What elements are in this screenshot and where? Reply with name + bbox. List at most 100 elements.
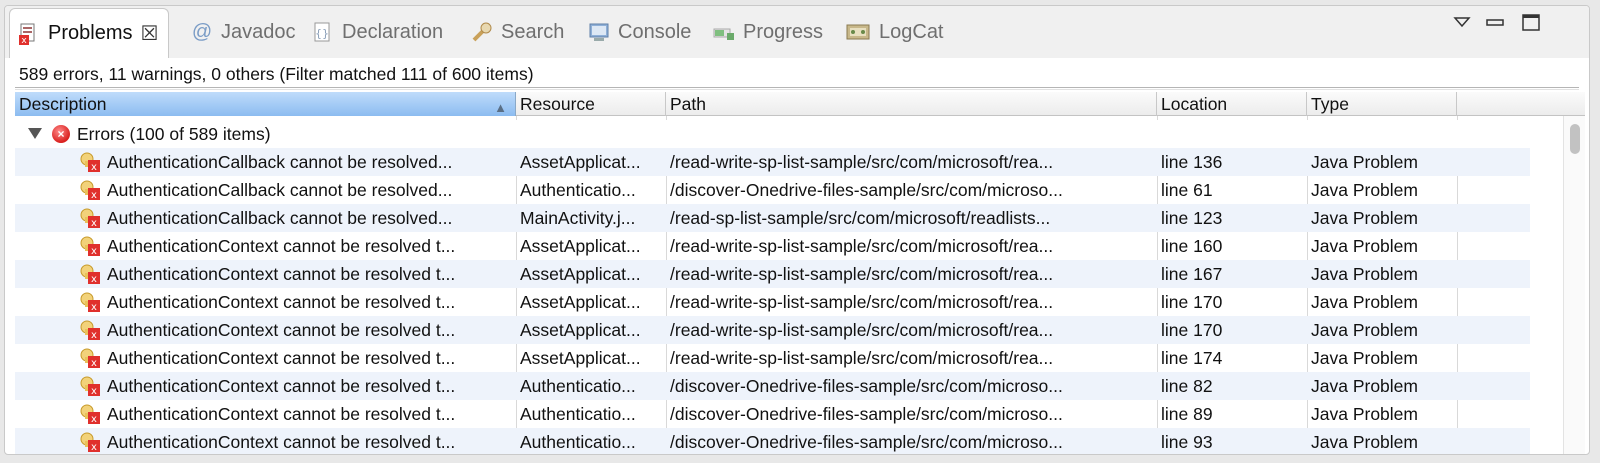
tab-progress[interactable]: Progress bbox=[713, 6, 823, 58]
logcat-icon bbox=[845, 21, 871, 43]
svg-text:x: x bbox=[91, 190, 97, 201]
svg-text:x: x bbox=[91, 442, 97, 453]
cell-location: line 93 bbox=[1161, 432, 1213, 452]
svg-text:x: x bbox=[21, 36, 27, 45]
java-error-icon: x bbox=[79, 291, 101, 313]
tab-search[interactable]: Search bbox=[471, 6, 564, 58]
tab-label: Progress bbox=[743, 20, 824, 43]
tab-label: Javadoc bbox=[221, 20, 296, 43]
cell-type: Java Problem bbox=[1311, 320, 1418, 340]
view-menu-icon[interactable] bbox=[1452, 12, 1472, 32]
table-row[interactable]: x AuthenticationContext cannot be resolve… bbox=[15, 344, 1530, 372]
cell-description: AuthenticationContext cannot be resolved… bbox=[107, 236, 456, 256]
cell-type: Java Problem bbox=[1311, 348, 1418, 368]
vertical-scrollbar[interactable] bbox=[1563, 116, 1585, 454]
table-row[interactable]: x AuthenticationContext cannot be resolve… bbox=[15, 428, 1530, 454]
svg-text:x: x bbox=[91, 246, 97, 257]
java-error-icon: x bbox=[79, 263, 101, 285]
tab-logcat[interactable]: LogCat bbox=[845, 6, 944, 58]
cell-path: /discover-Onedrive-files-sample/src/com/… bbox=[670, 180, 1063, 200]
column-header-location[interactable]: Location bbox=[1157, 92, 1307, 116]
problems-view: x Problems ☒ @ Javadoc {} Declaration Se… bbox=[4, 5, 1590, 455]
close-icon[interactable]: ☒ bbox=[140, 21, 158, 46]
tab-javadoc[interactable]: @ Javadoc bbox=[191, 6, 296, 58]
java-error-icon: x bbox=[79, 151, 101, 173]
table-row[interactable]: x AuthenticationContext cannot be resolve… bbox=[15, 288, 1530, 316]
cell-type: Java Problem bbox=[1311, 180, 1418, 200]
cell-location: line 123 bbox=[1161, 208, 1223, 228]
cell-location: line 136 bbox=[1161, 152, 1223, 172]
search-icon bbox=[471, 21, 493, 43]
tab-problems[interactable]: x Problems ☒ bbox=[9, 8, 170, 58]
java-error-icon: x bbox=[79, 319, 101, 341]
javadoc-icon: @ bbox=[191, 21, 213, 43]
console-icon bbox=[588, 21, 610, 43]
table-row[interactable]: x AuthenticationContext cannot be resolve… bbox=[15, 260, 1530, 288]
tab-declaration[interactable]: {} Declaration bbox=[312, 6, 443, 58]
column-header-type[interactable]: Type bbox=[1307, 92, 1457, 116]
column-header-description[interactable]: Description ▲ bbox=[15, 92, 516, 116]
cell-location: line 170 bbox=[1161, 320, 1223, 340]
cell-path: /discover-Onedrive-files-sample/src/com/… bbox=[670, 376, 1063, 396]
tab-label: Console bbox=[618, 20, 692, 43]
cell-type: Java Problem bbox=[1311, 404, 1418, 424]
declaration-icon: {} bbox=[312, 21, 334, 43]
column-header-resource[interactable]: Resource bbox=[516, 92, 666, 116]
cell-description: AuthenticationContext cannot be resolved… bbox=[107, 432, 456, 452]
cell-path: /read-sp-list-sample/src/com/microsoft/r… bbox=[670, 208, 1051, 228]
java-error-icon: x bbox=[79, 235, 101, 257]
group-label: Errors (100 of 589 items) bbox=[77, 124, 271, 144]
java-error-icon: x bbox=[79, 179, 101, 201]
cell-path: /read-write-sp-list-sample/src/com/micro… bbox=[670, 320, 1054, 340]
problems-icon: x bbox=[18, 23, 40, 46]
cell-description: AuthenticationCallback cannot be resolve… bbox=[107, 208, 453, 228]
cell-location: line 170 bbox=[1161, 292, 1223, 312]
expand-triangle-icon[interactable] bbox=[28, 128, 42, 139]
cell-description: AuthenticationCallback cannot be resolve… bbox=[107, 180, 453, 200]
tab-label: LogCat bbox=[879, 20, 944, 43]
cell-path: /read-write-sp-list-sample/src/com/micro… bbox=[670, 292, 1054, 312]
cell-location: line 167 bbox=[1161, 264, 1223, 284]
cell-type: Java Problem bbox=[1311, 152, 1418, 172]
cell-description: AuthenticationContext cannot be resolved… bbox=[107, 320, 456, 340]
column-header-path[interactable]: Path bbox=[666, 92, 1157, 116]
cell-location: line 89 bbox=[1161, 404, 1213, 424]
problems-summary: 589 errors, 11 warnings, 0 others (Filte… bbox=[19, 64, 534, 84]
cell-location: line 160 bbox=[1161, 236, 1223, 256]
problems-table[interactable]: Description ▲ Resource Path Location Typ… bbox=[15, 92, 1585, 454]
java-error-icon: x bbox=[79, 347, 101, 369]
maximize-icon[interactable] bbox=[1521, 12, 1541, 32]
table-row[interactable]: x AuthenticationCallback cannot be resolv… bbox=[15, 148, 1530, 176]
divider bbox=[15, 87, 1579, 90]
svg-text:x: x bbox=[91, 358, 97, 369]
cell-type: Java Problem bbox=[1311, 236, 1418, 256]
java-error-icon: x bbox=[79, 431, 101, 453]
cell-description: AuthenticationContext cannot be resolved… bbox=[107, 404, 456, 424]
cell-description: AuthenticationContext cannot be resolved… bbox=[107, 264, 456, 284]
table-row[interactable]: x AuthenticationContext cannot be resolve… bbox=[15, 372, 1530, 400]
minimize-icon[interactable] bbox=[1485, 12, 1505, 32]
cell-path: /read-write-sp-list-sample/src/com/micro… bbox=[670, 348, 1054, 368]
cell-resource: Authenticatio... bbox=[520, 376, 636, 396]
svg-text:x: x bbox=[91, 274, 97, 285]
cell-resource: MainActivity.j... bbox=[520, 208, 636, 228]
java-error-icon: x bbox=[79, 375, 101, 397]
cell-description: AuthenticationCallback cannot be resolve… bbox=[107, 152, 453, 172]
java-error-icon: x bbox=[79, 207, 101, 229]
sort-ascending-icon: ▲ bbox=[494, 100, 507, 115]
group-row-errors[interactable]: × Errors (100 of 589 items) bbox=[15, 120, 1530, 148]
tab-console[interactable]: Console bbox=[588, 6, 691, 58]
cell-location: line 82 bbox=[1161, 376, 1213, 396]
cell-path: /read-write-sp-list-sample/src/com/micro… bbox=[670, 264, 1054, 284]
table-row[interactable]: x AuthenticationContext cannot be resolve… bbox=[15, 316, 1530, 344]
table-row[interactable]: x AuthenticationContext cannot be resolve… bbox=[15, 232, 1530, 260]
cell-resource: AssetApplicat... bbox=[520, 236, 641, 256]
cell-resource: AssetApplicat... bbox=[520, 264, 641, 284]
cell-description: AuthenticationContext cannot be resolved… bbox=[107, 292, 456, 312]
scrollbar-thumb[interactable] bbox=[1570, 124, 1580, 154]
table-row[interactable]: x AuthenticationContext cannot be resolve… bbox=[15, 400, 1530, 428]
table-row[interactable]: x AuthenticationCallback cannot be resolv… bbox=[15, 204, 1530, 232]
svg-text:x: x bbox=[91, 414, 97, 425]
cell-resource: AssetApplicat... bbox=[520, 152, 641, 172]
table-row[interactable]: x AuthenticationCallback cannot be resolv… bbox=[15, 176, 1530, 204]
